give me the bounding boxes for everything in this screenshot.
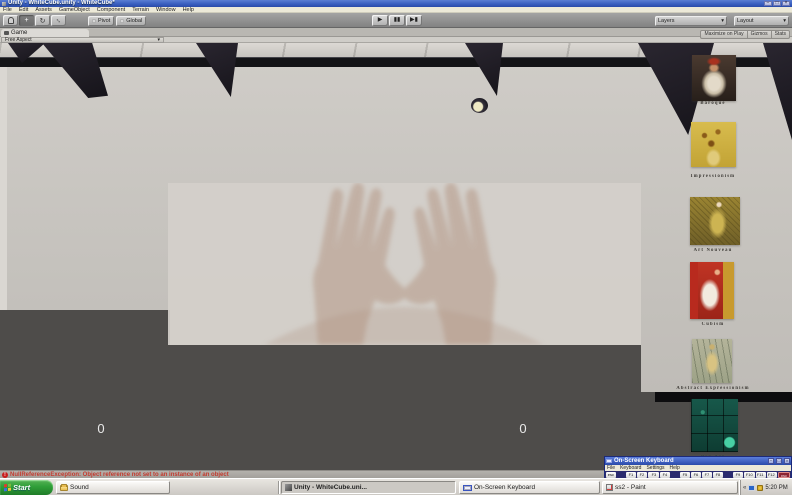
game-view-icon — [4, 31, 9, 35]
scale-tool-icon: ↔ — [54, 16, 64, 26]
menu-assets[interactable]: Assets — [35, 7, 52, 13]
hand-tool-button[interactable] — [3, 15, 18, 26]
taskbar-button-sound[interactable]: Sound — [56, 481, 170, 494]
layers-label: Layers — [658, 18, 675, 24]
menu-terrain[interactable]: Terrain — [132, 7, 149, 13]
menu-gameobject[interactable]: GameObject — [59, 7, 90, 13]
desktop-screen: Unity - WhiteCube.unity - WhiteCube* − □… — [0, 0, 792, 495]
unity-toolbar: + ↻ ↔ Pivot Global ▶ ▮▮ ▶▮ Layers ▾ Layo… — [0, 13, 792, 28]
start-button[interactable]: Start — [0, 480, 53, 495]
step-button[interactable]: ▶▮ — [406, 15, 422, 26]
paint-icon — [606, 484, 613, 491]
clock[interactable]: 5:20 PM — [765, 485, 787, 491]
start-label: Start — [13, 483, 30, 492]
tray-expand-icon[interactable]: « — [743, 485, 746, 491]
camera-overlay — [168, 183, 641, 345]
layout-dropdown[interactable]: Layout ▾ — [734, 16, 789, 26]
global-label: Global — [126, 18, 142, 24]
pivot-label: Pivot — [98, 18, 110, 24]
layers-dropdown[interactable]: Layers ▾ — [655, 16, 727, 26]
move-tool-button[interactable]: + — [19, 15, 34, 26]
maximize-on-play-button[interactable]: Maximize on Play — [700, 30, 747, 39]
pivot-global-group: Pivot Global — [88, 16, 146, 26]
label-abstract-expressionism: Abstract Expressionism — [670, 386, 756, 391]
osk-menu-settings[interactable]: Settings — [646, 465, 664, 471]
keyboard-icon — [463, 485, 472, 491]
tab-game[interactable]: Game — [1, 29, 89, 37]
transform-tools: + ↻ ↔ — [3, 15, 66, 26]
folder-icon — [60, 485, 68, 491]
osk-menu-keyboard[interactable]: Keyboard — [620, 465, 641, 471]
aspect-label: Free Aspect — [5, 38, 32, 43]
painting-cubism — [690, 262, 734, 319]
rotate-tool-button[interactable]: ↻ — [35, 15, 50, 26]
menu-edit[interactable]: Edit — [19, 7, 28, 13]
maximize-button[interactable]: □ — [773, 1, 781, 6]
menu-component[interactable]: Component — [97, 7, 125, 13]
game-tab-label: Game — [11, 30, 27, 36]
rotate-tool-icon: ↻ — [40, 17, 46, 25]
play-button[interactable]: ▶ — [372, 15, 388, 26]
close-button[interactable]: × — [782, 1, 790, 6]
move-tool-icon: + — [24, 17, 28, 24]
system-tray: « 5:20 PM — [740, 480, 792, 495]
pivot-button[interactable]: Pivot — [88, 16, 114, 26]
chevron-down-icon: ▾ — [783, 18, 786, 24]
taskbar-button-unity[interactable]: Unity - WhiteCube.uni... — [281, 481, 456, 494]
taskbar-button-paint[interactable]: ss2 - Paint — [602, 481, 738, 494]
network-icon[interactable] — [748, 485, 755, 491]
game-view: Baroque Impressionism Art Nouveau Cubism… — [0, 43, 792, 470]
label-impressionism: Impressionism — [670, 174, 756, 179]
scale-tool-button[interactable]: ↔ — [51, 15, 66, 26]
keyboard-icon — [606, 459, 612, 463]
chevron-down-icon: ▾ — [721, 18, 724, 24]
label-art-nouveau: Art Nouveau — [670, 248, 756, 253]
pause-button[interactable]: ▮▮ — [389, 15, 405, 26]
unity-cube-icon — [285, 484, 292, 491]
error-icon: ! — [2, 472, 8, 478]
osk-close-button[interactable]: × — [784, 458, 790, 464]
osk-title: On-Screen Keyboard — [614, 457, 766, 465]
taskbar-divider — [278, 481, 279, 494]
osk-titlebar[interactable]: On-Screen Keyboard − □ × — [605, 457, 791, 465]
label-cubism: Cubism — [670, 322, 756, 327]
wall-edge-highlight — [0, 43, 7, 310]
hand-tool-icon — [8, 17, 14, 24]
windows-flag-icon — [4, 484, 11, 492]
osk-window: On-Screen Keyboard − □ × File Keyboard S… — [604, 456, 792, 478]
stats-button[interactable]: Stats — [772, 30, 790, 39]
minimize-button[interactable]: − — [764, 1, 772, 6]
game-view-tabbar: Game — [0, 28, 792, 37]
painting-baroque — [692, 55, 736, 101]
chevron-down-icon: ▾ — [157, 38, 160, 43]
menu-file[interactable]: File — [3, 7, 12, 13]
label-baroque: Baroque — [670, 101, 756, 106]
score-counter-left: 0 — [86, 421, 116, 436]
pivot-icon — [92, 19, 96, 23]
menu-help[interactable]: Help — [183, 7, 194, 13]
painting-abstract-expressionism — [692, 339, 732, 383]
score-counter-right: 0 — [508, 421, 538, 436]
layout-label: Layout — [737, 18, 754, 24]
unity-app-icon — [2, 2, 6, 6]
gizmos-button[interactable]: Gizmos — [748, 30, 772, 39]
osk-maximize-button[interactable]: □ — [776, 458, 782, 464]
osk-minimize-button[interactable]: − — [768, 458, 774, 464]
painting-art-nouveau — [690, 197, 740, 245]
volume-icon[interactable] — [757, 485, 763, 491]
osk-menu-help[interactable]: Help — [670, 465, 680, 471]
hands-graphic — [168, 183, 641, 345]
painting-pop-art — [691, 399, 738, 452]
globe-icon — [120, 19, 124, 23]
game-view-buttons: Maximize on Play Gizmos Stats — [700, 30, 790, 39]
menu-window[interactable]: Window — [156, 7, 176, 13]
global-button[interactable]: Global — [116, 16, 146, 26]
playmode-controls: ▶ ▮▮ ▶▮ — [372, 15, 422, 26]
osk-menu-file[interactable]: File — [607, 465, 615, 471]
taskbar: Start Sound Unity - WhiteCube.uni... On-… — [0, 478, 792, 495]
spot-lamp — [471, 98, 488, 113]
taskbar-button-osk[interactable]: On-Screen Keyboard — [459, 481, 600, 494]
painting-impressionism — [691, 122, 736, 167]
